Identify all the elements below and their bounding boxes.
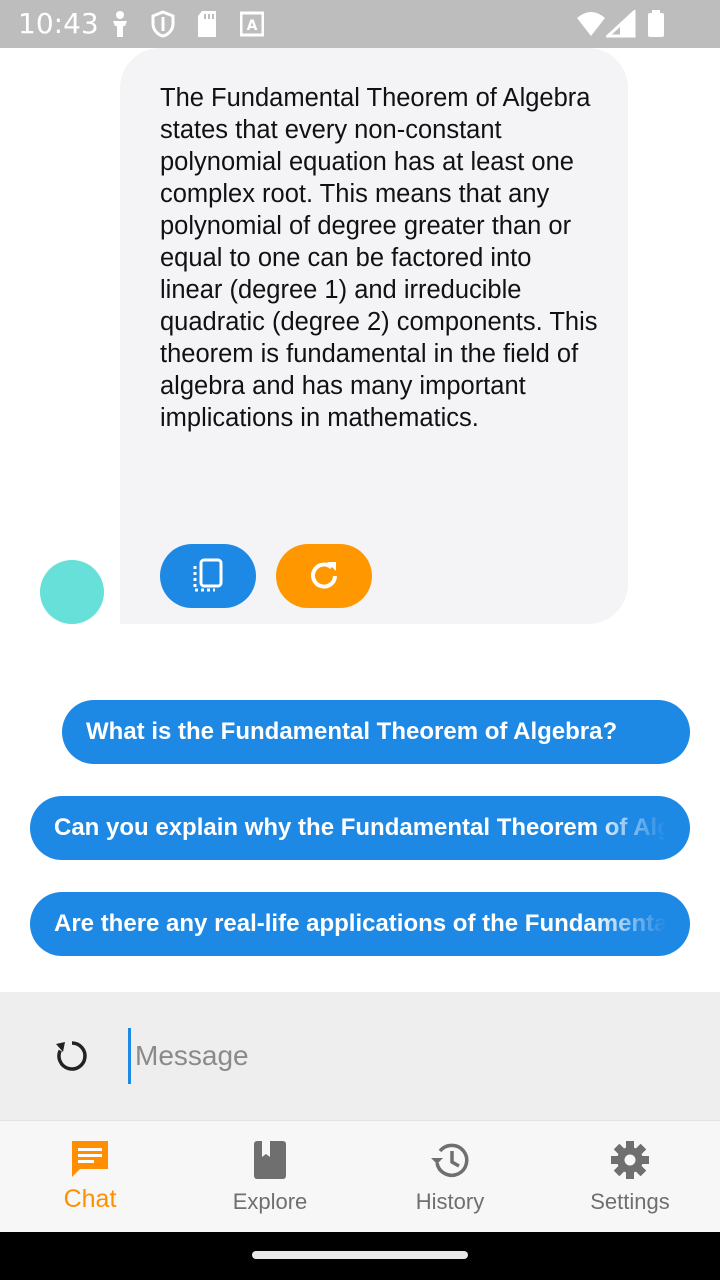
nav-item-chat[interactable]: Chat [0, 1121, 180, 1233]
shield-icon [151, 10, 175, 38]
nav-label: History [415, 1189, 485, 1214]
cellular-signal-icon [606, 10, 636, 38]
chat-icon [72, 1141, 108, 1177]
nav-label: Chat [63, 1185, 117, 1213]
suggestion-chip[interactable]: Are there any real-life applications of … [30, 892, 690, 956]
nav-label: Explore [232, 1189, 308, 1214]
home-gesture-handle[interactable] [252, 1251, 468, 1259]
suggestion-chip[interactable]: What is the Fundamental Theorem of Algeb… [62, 700, 690, 764]
system-navigation-bar [0, 1232, 720, 1280]
suggestion-chip-label: Can you explain why the Fundamental Theo… [54, 814, 666, 841]
wifi-icon [577, 12, 605, 36]
suggestion-chip-label: What is the Fundamental Theorem of Algeb… [86, 718, 618, 745]
nav-item-explore[interactable]: Explore [180, 1121, 360, 1233]
book-icon [254, 1141, 286, 1179]
font-a-icon: A [240, 11, 264, 37]
assistant-message-text: The Fundamental Theorem of Algebra state… [160, 84, 598, 432]
nav-item-history[interactable]: History [360, 1121, 540, 1233]
svg-text:A: A [247, 18, 258, 34]
message-input[interactable] [128, 1028, 688, 1084]
assistant-avatar [40, 560, 104, 624]
suggestion-chip-label: Are there any real-life applications of … [54, 910, 666, 937]
refresh-icon [311, 562, 337, 589]
nav-item-settings[interactable]: Settings [540, 1121, 720, 1233]
regenerate-button[interactable] [276, 544, 372, 608]
copy-icon [193, 558, 223, 592]
message-composer [0, 992, 720, 1120]
assistant-message-bubble: The Fundamental Theorem of Algebra state… [120, 48, 628, 624]
gear-icon [611, 1141, 649, 1179]
sd-card-icon [198, 11, 216, 37]
status-bar: 10:43 A [0, 0, 720, 48]
reset-conversation-icon[interactable] [52, 1036, 92, 1076]
battery-icon [648, 10, 664, 37]
accessibility-icon [113, 11, 127, 37]
copy-button[interactable] [160, 544, 256, 608]
status-time: 10:43 [18, 7, 99, 40]
suggestion-chip[interactable]: Can you explain why the Fundamental Theo… [30, 796, 690, 860]
nav-label: Settings [590, 1189, 670, 1214]
bottom-navigation: Chat Explore History Settings [0, 1120, 720, 1232]
history-icon [431, 1143, 469, 1178]
